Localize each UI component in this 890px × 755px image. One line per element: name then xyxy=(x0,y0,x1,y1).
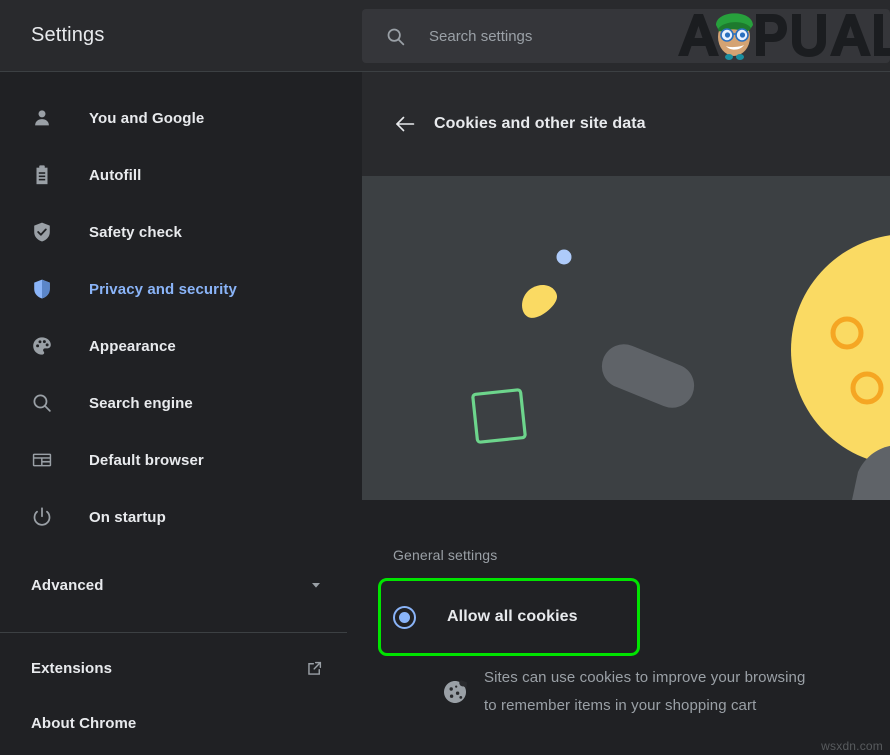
content-header: Cookies and other site data xyxy=(362,72,890,176)
arrow-left-icon[interactable] xyxy=(393,112,417,136)
settings-content: Cookies and other site data General sett… xyxy=(362,72,890,755)
radio-button[interactable] xyxy=(393,605,416,629)
person-icon xyxy=(31,107,53,129)
settings-sidebar: You and Google Autofill Safety check Pri… xyxy=(0,72,362,755)
option-description: Sites can use cookies to improve your br… xyxy=(441,664,890,720)
description-line: Sites can use cookies to improve your br… xyxy=(484,669,806,686)
external-link-icon xyxy=(305,659,324,678)
search-icon xyxy=(385,26,406,47)
sidebar-item-default-browser[interactable]: Default browser xyxy=(0,440,362,480)
clipboard-icon xyxy=(31,164,53,186)
sidebar-item-search-engine[interactable]: Search engine xyxy=(0,383,362,423)
sidebar-item-label: Search engine xyxy=(89,394,193,412)
sidebar-item-label: Privacy and security xyxy=(89,280,237,298)
chevron-down-icon xyxy=(308,577,324,593)
sidebar-item-safety-check[interactable]: Safety check xyxy=(0,212,362,252)
sidebar-item-advanced[interactable]: Advanced xyxy=(0,565,362,605)
sidebar-item-autofill[interactable]: Autofill xyxy=(0,155,362,195)
search-bar[interactable] xyxy=(362,9,890,63)
chrome-settings-window: Settings Search settings You and Google … xyxy=(0,0,890,755)
top-bar: Settings xyxy=(0,0,890,72)
palette-icon xyxy=(31,335,53,357)
sidebar-item-label: You and Google xyxy=(89,109,205,127)
sidebar-item-label: Safety check xyxy=(89,223,182,241)
sidebar-item-privacy-and-security[interactable]: Privacy and security xyxy=(0,269,362,309)
sidebar-divider xyxy=(0,632,347,633)
content-title: Cookies and other site data xyxy=(434,115,646,132)
section-label: General settings xyxy=(393,547,498,563)
shield-check-icon xyxy=(31,221,53,243)
search-input[interactable] xyxy=(429,27,890,45)
option-description-text: Sites can use cookies to improve your br… xyxy=(484,664,805,720)
shield-icon xyxy=(31,278,53,300)
browser-window-icon xyxy=(31,449,53,471)
option-label: Allow all cookies xyxy=(447,608,578,625)
sidebar-item-label: On startup xyxy=(89,508,166,526)
sidebar-item-extensions[interactable]: Extensions xyxy=(0,648,362,688)
footer-watermark: wsxdn.com xyxy=(821,739,883,753)
option-allow-all-cookies[interactable]: Allow all cookies xyxy=(378,578,640,656)
power-icon xyxy=(31,506,53,528)
sidebar-item-label: About Chrome xyxy=(31,714,137,732)
sidebar-item-label: Extensions xyxy=(31,659,113,677)
page-title: Settings xyxy=(31,24,105,46)
magnifier-icon xyxy=(31,392,53,414)
sidebar-item-about-chrome[interactable]: About Chrome xyxy=(0,703,362,743)
sidebar-item-label: Appearance xyxy=(89,337,176,355)
description-line: to remember items in your shopping cart xyxy=(484,697,757,714)
cookie-icon xyxy=(444,680,467,703)
sidebar-item-label: Advanced xyxy=(31,576,104,594)
sidebar-item-on-startup[interactable]: On startup xyxy=(0,497,362,537)
sidebar-item-label: Autofill xyxy=(89,166,142,184)
sidebar-item-you-and-google[interactable]: You and Google xyxy=(0,98,362,138)
sidebar-item-label: Default browser xyxy=(89,451,204,469)
cookie-illustration xyxy=(362,176,890,500)
sidebar-item-appearance[interactable]: Appearance xyxy=(0,326,362,366)
